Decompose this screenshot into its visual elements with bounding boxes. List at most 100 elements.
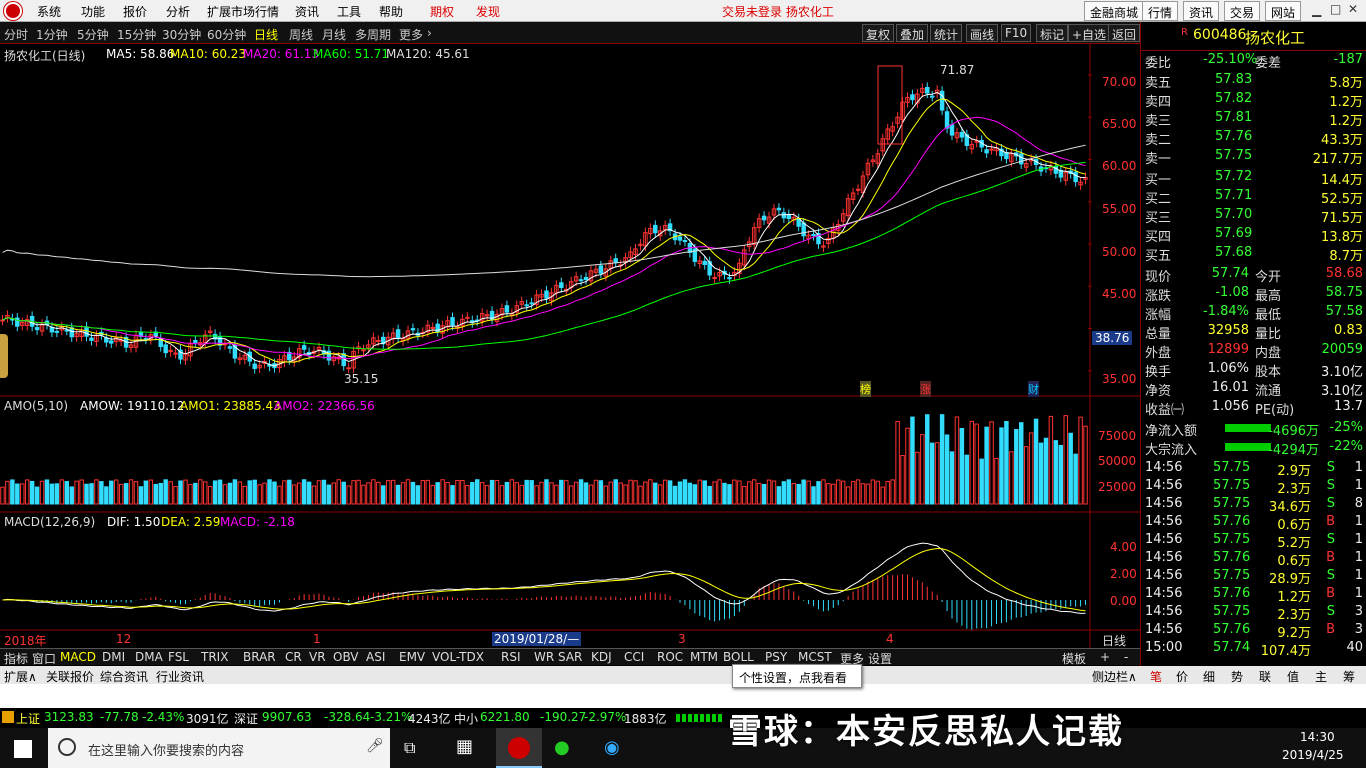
period-multi[interactable]: 多周期	[355, 26, 391, 43]
indicator-tab[interactable]: 设置	[868, 650, 892, 667]
side-tab-bi[interactable]: 笔	[1150, 668, 1162, 685]
f10-button[interactable]: F10	[1001, 24, 1032, 42]
calculator-icon[interactable]: ▦	[456, 736, 473, 757]
period-more[interactable]: 更多	[399, 26, 423, 43]
side-tab-shi[interactable]: 势	[1231, 668, 1243, 685]
period-30min[interactable]: 30分钟	[162, 26, 201, 43]
marker-cai[interactable]: 财	[1028, 381, 1039, 397]
fuquan-button[interactable]: 复权	[862, 24, 895, 42]
indicator-tab[interactable]: CR	[285, 650, 302, 664]
indicator-tab[interactable]: TRIX	[201, 650, 228, 664]
quote-button[interactable]: 行情	[1142, 1, 1179, 21]
indicator-tab[interactable]: FSL	[168, 650, 189, 664]
indicator-tab[interactable]: CCI	[624, 650, 644, 664]
marker-zhang[interactable]: 涨	[920, 381, 931, 397]
sell-volume: 217.7万	[1312, 152, 1363, 167]
menu-help[interactable]: 帮助	[379, 3, 403, 20]
index-name[interactable]: 深证	[234, 710, 258, 727]
indicator-tab[interactable]: VOL-TDX	[432, 650, 484, 664]
period-weekly[interactable]: 周线	[289, 26, 313, 43]
zoom-out-button[interactable]: -	[1124, 650, 1128, 664]
template-button[interactable]: 模板	[1062, 650, 1086, 667]
period-60min[interactable]: 60分钟	[207, 26, 246, 43]
indicator-tab[interactable]: VR	[309, 650, 326, 664]
zoom-in-button[interactable]: +	[1100, 650, 1110, 664]
taskbar-search[interactable]: 在这里输入你要搜索的内容 🎤︎	[48, 728, 390, 768]
maximize-icon[interactable]: □	[1330, 2, 1341, 16]
side-tab-chou[interactable]: 筹	[1343, 668, 1355, 685]
menu-options[interactable]: 期权	[430, 3, 454, 20]
indicator-tab[interactable]: EMV	[399, 650, 425, 664]
index-name[interactable]: 上证	[16, 710, 40, 727]
period-5min[interactable]: 5分钟	[77, 26, 109, 43]
store-button[interactable]: 金融商城	[1084, 1, 1145, 21]
chart-area[interactable]: 扬农化工(日线) MA5: 58.86 MA10: 60.23 MA20: 61…	[0, 44, 1140, 648]
minimize-icon[interactable]: ▁	[1312, 3, 1321, 17]
browser-icon[interactable]: ◉	[604, 737, 620, 758]
menu-extended-market[interactable]: 扩展市场行情	[207, 3, 279, 20]
task-view-icon[interactable]: ⧉	[404, 738, 415, 758]
windows-start-icon[interactable]	[14, 740, 32, 758]
indicator-tab[interactable]: ROC	[657, 650, 683, 664]
collapse-handle[interactable]	[0, 334, 8, 378]
industry-news-tab[interactable]: 行业资讯	[156, 668, 204, 685]
website-button[interactable]: 网站	[1265, 1, 1302, 21]
candle-body	[559, 282, 564, 289]
side-tab-lian[interactable]: 联	[1259, 668, 1271, 685]
indicator-tab[interactable]: MACD	[60, 650, 96, 664]
indicator-tab[interactable]: DMA	[135, 650, 163, 664]
news-button[interactable]: 资讯	[1183, 1, 1220, 21]
menu-quote[interactable]: 报价	[123, 3, 147, 20]
period-monthly[interactable]: 月线	[322, 26, 346, 43]
indicator-tab[interactable]: WR	[534, 650, 554, 664]
microphone-icon[interactable]: 🎤︎	[366, 738, 384, 754]
indicator-tab[interactable]: PSY	[765, 650, 787, 664]
menu-function[interactable]: 功能	[81, 3, 105, 20]
indicator-tab[interactable]: ASI	[366, 650, 385, 664]
indicator-tab[interactable]: BOLL	[723, 650, 754, 664]
indicator-tab[interactable]: DMI	[102, 650, 125, 664]
kline-chart[interactable]	[0, 44, 1140, 648]
indicator-tab[interactable]: 指标	[4, 650, 28, 667]
stats-button[interactable]: 统计	[930, 24, 963, 42]
indicator-tab[interactable]: BRAR	[243, 650, 276, 664]
wechat-icon[interactable]: ●	[554, 737, 570, 758]
side-tab-xi[interactable]: 细	[1203, 668, 1215, 685]
menu-tools[interactable]: 工具	[337, 3, 361, 20]
trade-button[interactable]: 交易	[1224, 1, 1261, 21]
indicator-tab[interactable]: OBV	[333, 650, 359, 664]
sidebar-toggle[interactable]: 侧边栏∧	[1092, 668, 1137, 685]
period-fenshi[interactable]: 分时	[4, 26, 28, 43]
general-news-tab[interactable]: 综合资讯	[100, 668, 148, 685]
indicator-tab[interactable]: MTM	[690, 650, 718, 664]
mark-button[interactable]: 标记	[1036, 24, 1069, 42]
add-watch-button[interactable]: +自选	[1068, 24, 1111, 42]
back-button[interactable]: 返回	[1108, 24, 1140, 42]
overlay-button[interactable]: 叠加	[896, 24, 929, 42]
period-daily[interactable]: 日线	[254, 26, 278, 43]
indicator-tab[interactable]: RSI	[501, 650, 521, 664]
menu-analysis[interactable]: 分析	[166, 3, 190, 20]
menu-system[interactable]: 系统	[37, 3, 61, 20]
draw-button[interactable]: 画线	[966, 24, 999, 42]
menu-news[interactable]: 资讯	[295, 3, 319, 20]
indicator-tab[interactable]: KDJ	[591, 650, 612, 664]
side-tab-zhi[interactable]: 值	[1287, 668, 1299, 685]
marker-bang[interactable]: 榜	[860, 381, 871, 397]
indicator-tab[interactable]: SAR	[558, 650, 582, 664]
period-15min[interactable]: 15分钟	[117, 26, 156, 43]
side-tab-jia[interactable]: 价	[1176, 668, 1188, 685]
menu-discover[interactable]: 发现	[476, 3, 500, 20]
index-pct: -2.43%	[142, 710, 185, 724]
related-quote-tab[interactable]: 关联报价	[46, 668, 94, 685]
close-icon[interactable]: ✕	[1348, 2, 1358, 16]
period-1min[interactable]: 1分钟	[36, 26, 68, 43]
side-tab-zhu[interactable]: 主	[1315, 668, 1327, 685]
index-name[interactable]: 中小	[454, 710, 478, 727]
expand-tab[interactable]: 扩展∧	[4, 668, 37, 685]
indicator-tab[interactable]: MCST	[798, 650, 832, 664]
chevron-right-icon[interactable]: ›	[427, 26, 432, 40]
amo-bar	[143, 480, 149, 505]
settings-tooltip[interactable]: 个性设置，点我看看	[732, 664, 862, 688]
indicator-tab[interactable]: 窗口	[32, 650, 56, 667]
